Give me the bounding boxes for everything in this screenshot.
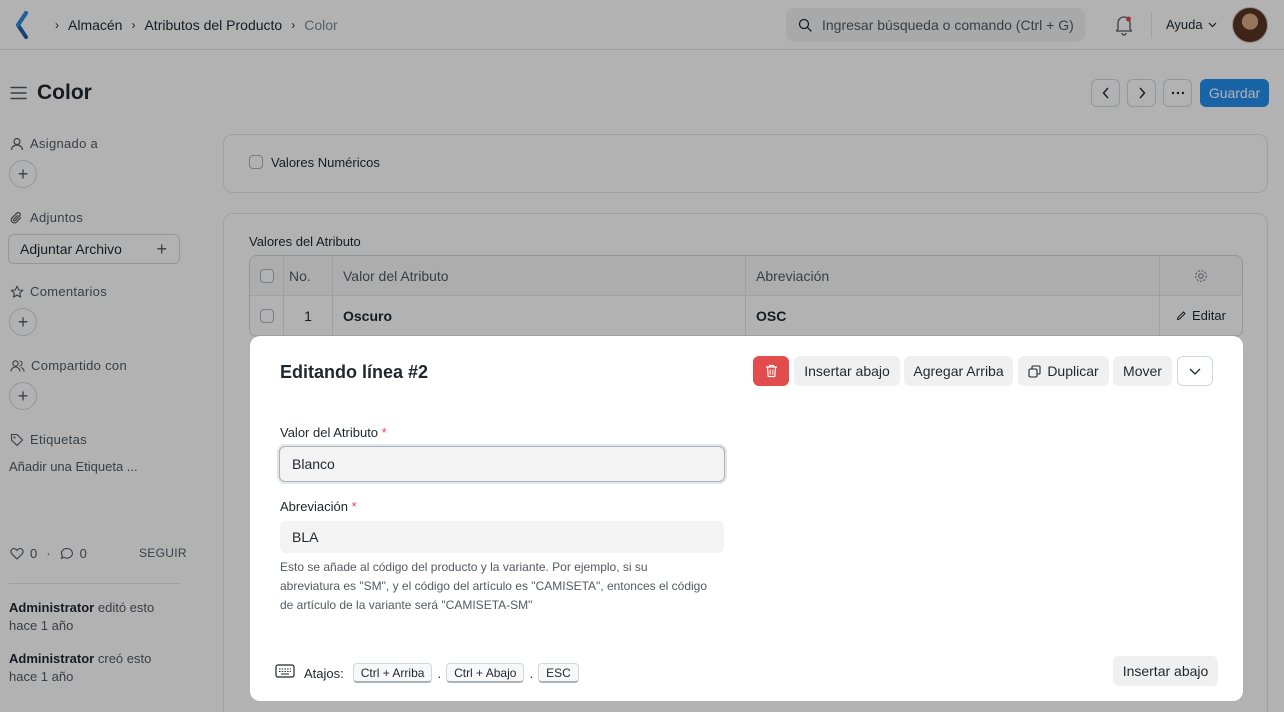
delete-row-button[interactable] <box>753 356 789 386</box>
attribute-value-label: Valor del Atributo * <box>280 425 387 440</box>
add-above-button[interactable]: Agregar Arriba <box>904 356 1013 386</box>
keyboard-shortcuts: Atajos: Ctrl + Arriba . Ctrl + Abajo . E… <box>304 663 579 683</box>
dialog-title: Editando línea #2 <box>280 362 429 382</box>
attribute-value-input[interactable]: Blanco <box>279 446 725 482</box>
footer-insert-below-button[interactable]: Insertar abajo <box>1113 656 1218 686</box>
move-button[interactable]: Mover <box>1113 356 1172 386</box>
required-marker: * <box>351 499 357 514</box>
required-marker: * <box>381 425 387 440</box>
collapse-dialog-button[interactable] <box>1177 356 1213 386</box>
duplicate-icon <box>1028 364 1041 378</box>
abbreviation-label: Abreviación * <box>280 499 357 514</box>
abbreviation-label-text: Abreviación <box>280 499 348 514</box>
abbreviation-help-text: Esto se añade al código del producto y l… <box>280 560 708 612</box>
duplicate-button[interactable]: Duplicar <box>1018 356 1109 386</box>
attribute-value-label-text: Valor del Atributo <box>280 425 379 440</box>
shortcut-key: ESC <box>538 663 579 683</box>
insert-below-button[interactable]: Insertar abajo <box>794 356 900 386</box>
chevron-down-icon <box>1189 368 1201 375</box>
shortcut-separator: . <box>437 665 442 681</box>
trash-icon <box>765 364 777 378</box>
shortcut-key: Ctrl + Abajo <box>446 663 525 683</box>
shortcut-separator: . <box>529 665 534 681</box>
edit-row-dialog: Editando línea #2 Insertar abajo Agregar… <box>250 336 1243 701</box>
abbreviation-input[interactable]: BLA <box>280 521 724 553</box>
shortcuts-label: Atajos: <box>304 665 344 681</box>
shortcut-key: Ctrl + Arriba <box>352 663 433 683</box>
keyboard-icon <box>275 664 295 678</box>
duplicate-label: Duplicar <box>1047 363 1099 379</box>
